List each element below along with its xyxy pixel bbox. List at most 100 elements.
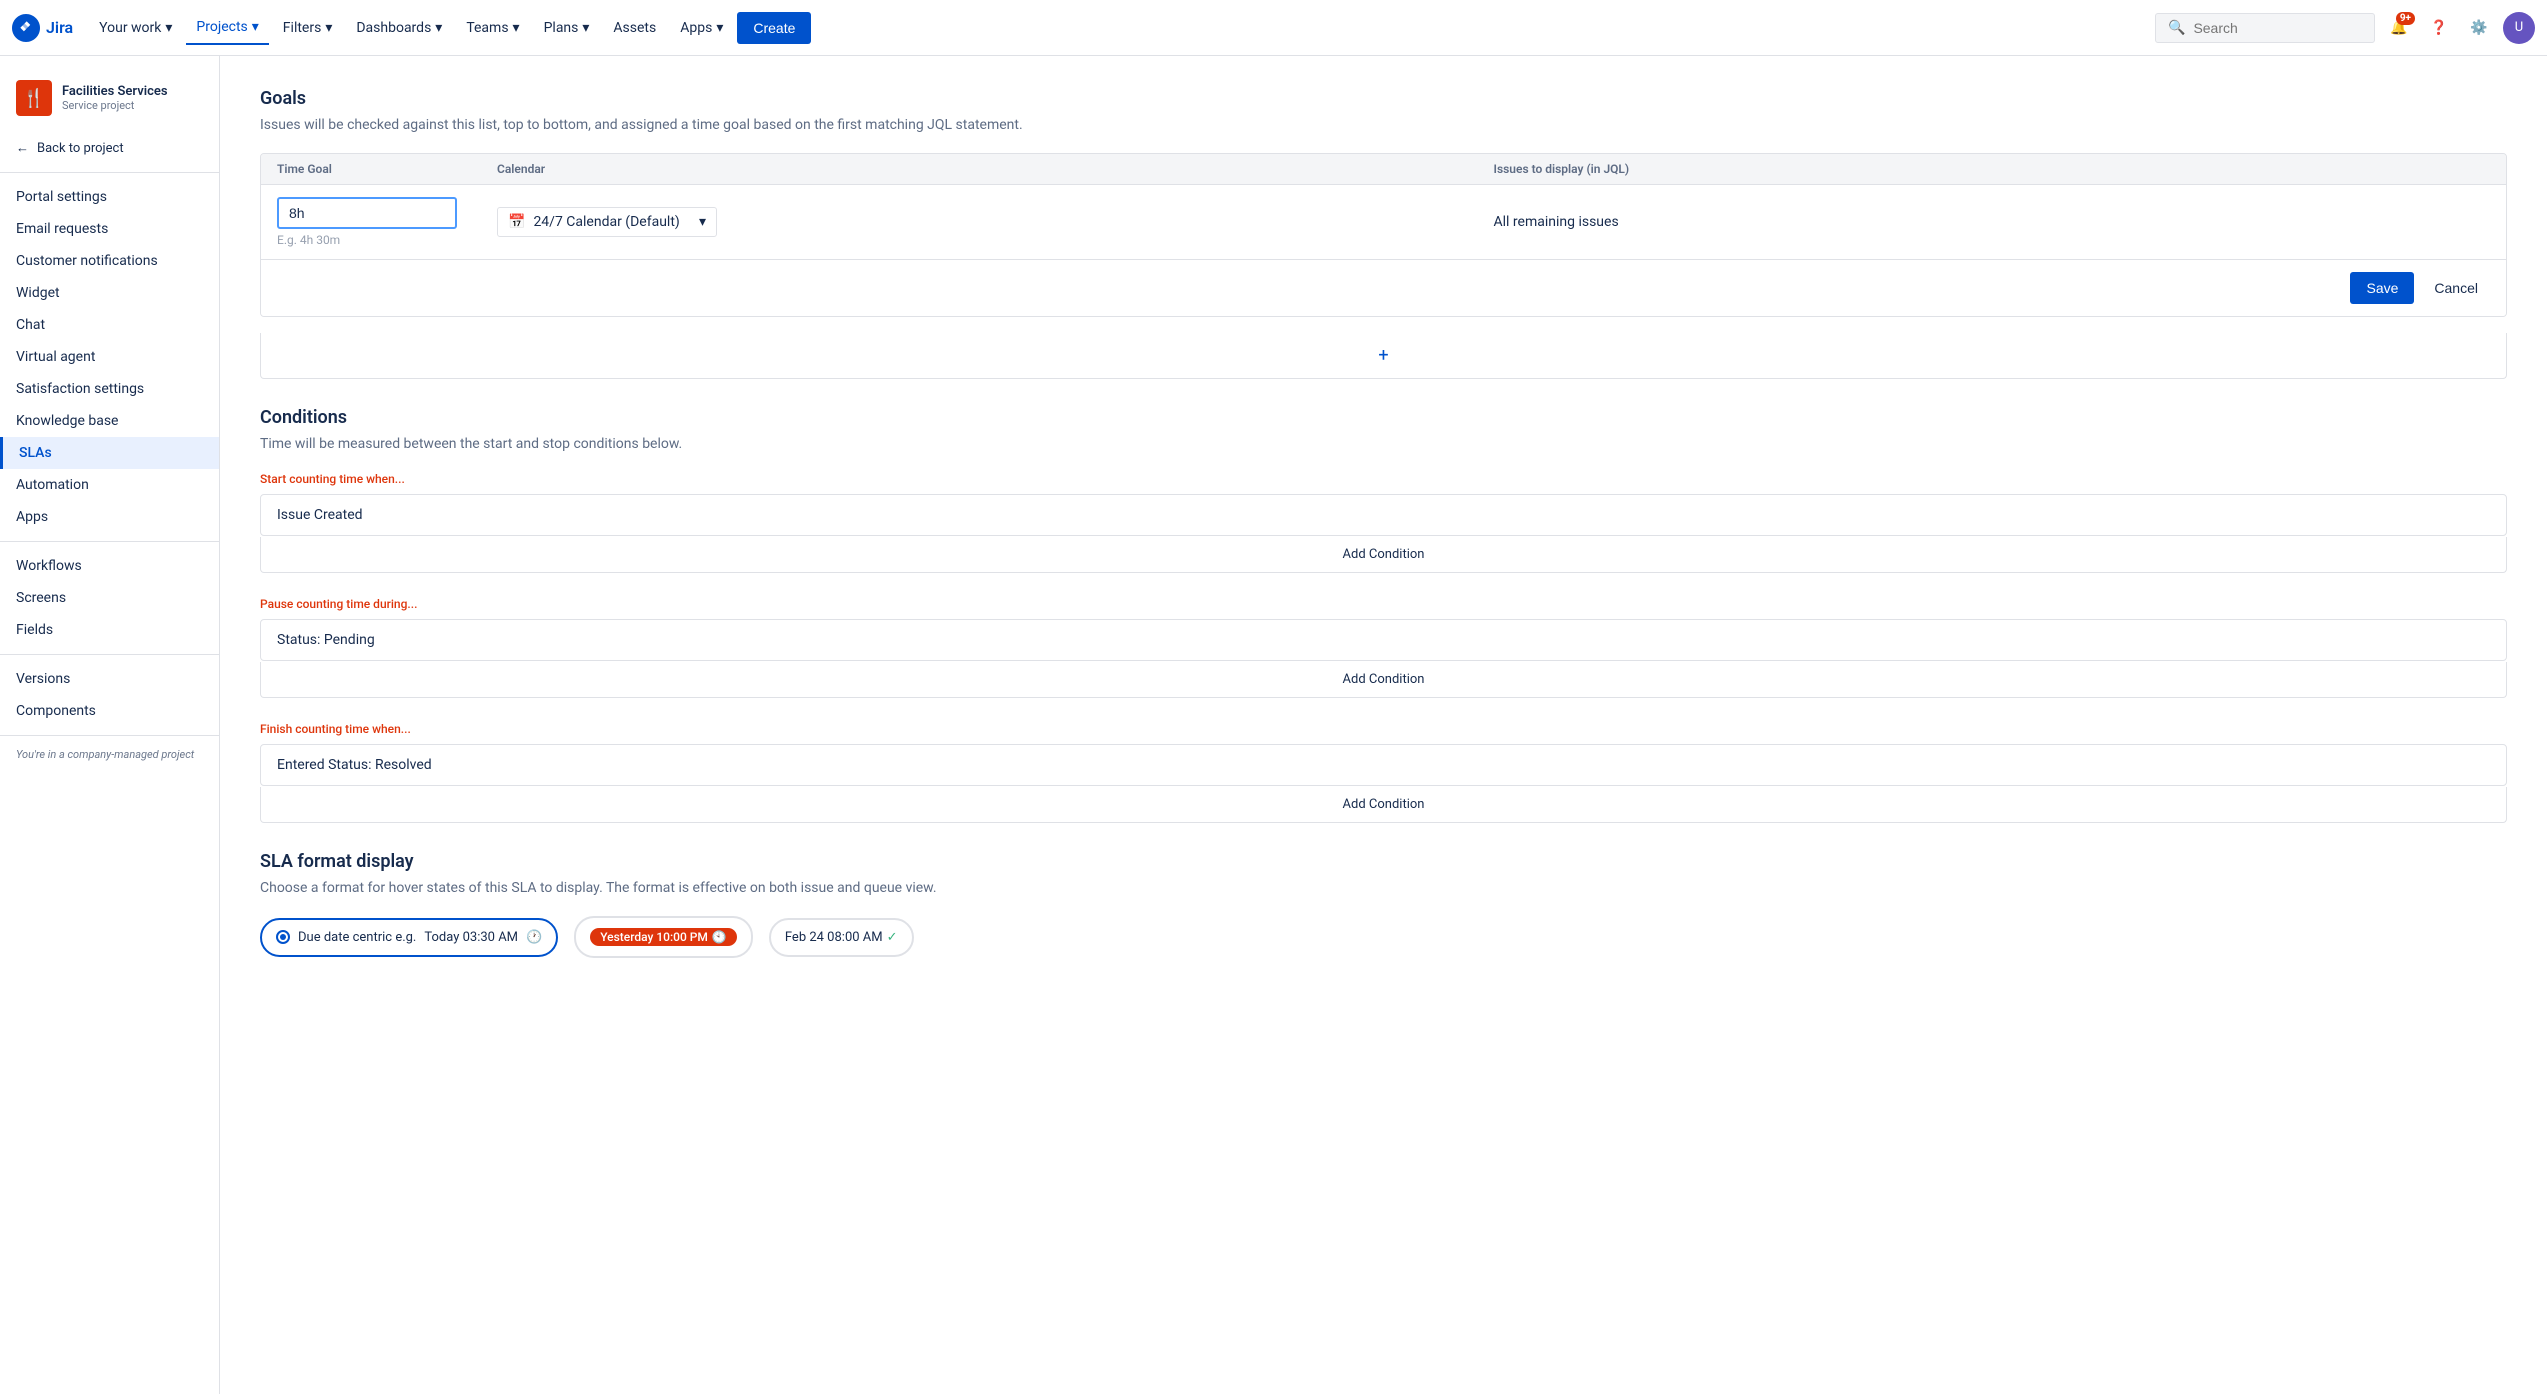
sidebar-item-customer-notifications[interactable]: Customer notifications xyxy=(0,245,219,277)
user-avatar[interactable]: U xyxy=(2503,12,2535,44)
sla-option-overdue[interactable]: Yesterday 10:00 PM 🕙 xyxy=(574,916,753,958)
sla-format-section: SLA format display Choose a format for h… xyxy=(260,851,2507,958)
jira-logo[interactable]: Jira xyxy=(12,14,73,42)
sidebar-item-satisfaction-settings[interactable]: Satisfaction settings xyxy=(0,373,219,405)
nav-teams[interactable]: Teams ▾ xyxy=(456,12,529,44)
sidebar-item-apps[interactable]: Apps xyxy=(0,501,219,533)
project-icon: 🍴 xyxy=(16,80,52,116)
jira-logo-text: Jira xyxy=(46,18,73,37)
issues-display: All remaining issues xyxy=(1494,214,1619,230)
col-issues: Issues to display (in JQL) xyxy=(1494,162,2491,176)
col-calendar: Calendar xyxy=(497,162,1494,176)
search-icon: 🔍 xyxy=(2168,20,2185,36)
create-button[interactable]: Create xyxy=(737,12,811,44)
pause-condition-group: Pause counting time during... Status: Pe… xyxy=(260,597,2507,698)
goals-table-actions: Save Cancel xyxy=(261,260,2506,316)
sla-format-title: SLA format display xyxy=(260,851,2507,872)
sidebar-item-fields[interactable]: Fields xyxy=(0,614,219,646)
main-nav: Your work ▾ Projects ▾ Filters ▾ Dashboa… xyxy=(89,11,2155,45)
sidebar-footer: You're in a company-managed project xyxy=(0,735,219,773)
search-box[interactable]: 🔍 xyxy=(2155,13,2375,43)
sidebar-item-components[interactable]: Components xyxy=(0,695,219,727)
add-goal-button[interactable]: + xyxy=(260,333,2507,379)
start-condition-value: Issue Created xyxy=(260,494,2507,536)
nav-your-work[interactable]: Your work ▾ xyxy=(89,12,182,44)
start-condition-label: Start counting time when... xyxy=(260,472,2507,486)
add-pause-condition-button[interactable]: Add Condition xyxy=(260,662,2507,698)
calendar-value: 24/7 Calendar (Default) xyxy=(533,214,679,230)
nav-filters[interactable]: Filters ▾ xyxy=(273,12,343,44)
settings-button[interactable]: ⚙️ xyxy=(2463,12,2495,44)
chevron-down-icon: ▾ xyxy=(699,214,706,230)
finish-condition-group: Finish counting time when... Entered Sta… xyxy=(260,722,2507,823)
notification-badge: 9+ xyxy=(2396,12,2415,25)
project-header: 🍴 Facilities Services Service project xyxy=(0,68,219,132)
add-finish-condition-button[interactable]: Add Condition xyxy=(260,787,2507,823)
goals-table: Time Goal Calendar Issues to display (in… xyxy=(260,153,2507,317)
time-goal-input[interactable] xyxy=(277,197,457,229)
finish-condition-label: Finish counting time when... xyxy=(260,722,2507,736)
goals-table-header: Time Goal Calendar Issues to display (in… xyxy=(261,154,2506,185)
sla-chip-overdue: Yesterday 10:00 PM 🕙 xyxy=(590,928,737,946)
conditions-title: Conditions xyxy=(260,407,2507,428)
notifications-button[interactable]: 🔔 9+ xyxy=(2383,12,2415,44)
help-button[interactable]: ❓ xyxy=(2423,12,2455,44)
sidebar-item-screens[interactable]: Screens xyxy=(0,582,219,614)
sidebar-item-knowledge-base[interactable]: Knowledge base xyxy=(0,405,219,437)
sidebar-item-virtual-agent[interactable]: Virtual agent xyxy=(0,341,219,373)
project-name: Facilities Services xyxy=(62,84,168,99)
goals-description: Issues will be checked against this list… xyxy=(260,117,2507,133)
overdue-clock-icon: 🕙 xyxy=(712,930,727,944)
nav-projects[interactable]: Projects ▾ xyxy=(186,11,268,45)
sidebar-divider-3 xyxy=(0,654,219,655)
calendar-select[interactable]: 📅 24/7 Calendar (Default) ▾ xyxy=(497,207,717,237)
sidebar-item-chat[interactable]: Chat xyxy=(0,309,219,341)
conditions-section: Conditions Time will be measured between… xyxy=(260,407,2507,823)
page-layout: 🍴 Facilities Services Service project ← … xyxy=(0,56,2547,1394)
goals-section: Goals Issues will be checked against thi… xyxy=(260,88,2507,379)
sla-option-ok[interactable]: Feb 24 08:00 AM ✓ xyxy=(769,918,914,957)
nav-plans[interactable]: Plans ▾ xyxy=(534,12,600,44)
col-time-goal: Time Goal xyxy=(277,162,497,176)
conditions-description: Time will be measured between the start … xyxy=(260,436,2507,452)
back-to-project[interactable]: ← Back to project xyxy=(0,132,219,164)
time-goal-cell: E.g. 4h 30m xyxy=(277,197,497,247)
sidebar-item-slas[interactable]: SLAs xyxy=(0,437,219,469)
goals-title: Goals xyxy=(260,88,2507,109)
issues-cell: All remaining issues xyxy=(1494,214,2491,230)
sidebar-item-workflows[interactable]: Workflows xyxy=(0,550,219,582)
top-navigation: Jira Your work ▾ Projects ▾ Filters ▾ Da… xyxy=(0,0,2547,56)
sla-option-1-example: Today 03:30 AM xyxy=(424,930,518,945)
sidebar-item-email-requests[interactable]: Email requests xyxy=(0,213,219,245)
sidebar-item-versions[interactable]: Versions xyxy=(0,663,219,695)
save-button[interactable]: Save xyxy=(2350,272,2414,304)
sidebar-divider-2 xyxy=(0,541,219,542)
add-start-condition-button[interactable]: Add Condition xyxy=(260,537,2507,573)
sla-option-1-label: Due date centric e.g. xyxy=(298,930,416,945)
calendar-icon: 📅 xyxy=(508,214,525,230)
sla-format-options: Due date centric e.g. Today 03:30 AM 🕐 Y… xyxy=(260,916,2507,958)
sla-radio-1 xyxy=(276,930,290,944)
goals-table-row: E.g. 4h 30m 📅 24/7 Calendar (Default) ▾ … xyxy=(261,185,2506,260)
sidebar-item-portal-settings[interactable]: Portal settings xyxy=(0,181,219,213)
topnav-right: 🔍 🔔 9+ ❓ ⚙️ U xyxy=(2155,12,2535,44)
nav-apps[interactable]: Apps ▾ xyxy=(670,12,733,44)
search-input[interactable] xyxy=(2193,20,2362,36)
sidebar: 🍴 Facilities Services Service project ← … xyxy=(0,56,220,1394)
sidebar-item-automation[interactable]: Automation xyxy=(0,469,219,501)
back-icon: ← xyxy=(16,140,29,156)
nav-dashboards[interactable]: Dashboards ▾ xyxy=(346,12,452,44)
finish-condition-value: Entered Status: Resolved xyxy=(260,744,2507,786)
clock-icon: 🕐 xyxy=(526,930,542,945)
nav-assets[interactable]: Assets xyxy=(603,12,666,44)
project-type: Service project xyxy=(62,99,168,112)
check-icon: ✓ xyxy=(887,930,898,945)
main-content: Goals Issues will be checked against thi… xyxy=(220,56,2547,1394)
sla-chip-ok: Feb 24 08:00 AM ✓ xyxy=(785,930,898,945)
pause-condition-label: Pause counting time during... xyxy=(260,597,2507,611)
project-info: Facilities Services Service project xyxy=(62,84,168,112)
start-condition-group: Start counting time when... Issue Create… xyxy=(260,472,2507,573)
sla-option-due-date[interactable]: Due date centric e.g. Today 03:30 AM 🕐 xyxy=(260,918,558,957)
cancel-button[interactable]: Cancel xyxy=(2422,272,2490,304)
sidebar-item-widget[interactable]: Widget xyxy=(0,277,219,309)
